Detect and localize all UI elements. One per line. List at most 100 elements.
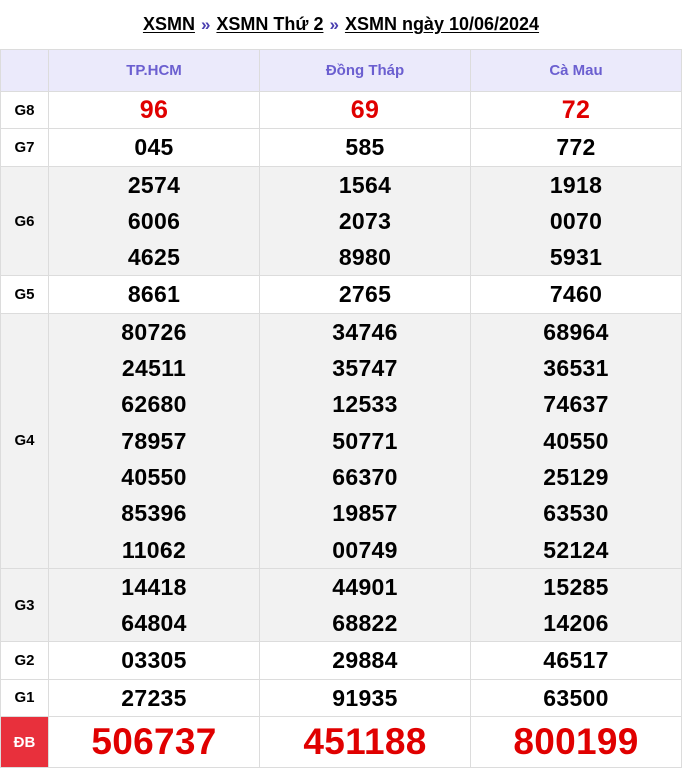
number-list: 14418 64804 xyxy=(49,569,259,642)
lottery-number: 00749 xyxy=(332,536,398,563)
breadcrumb-separator: » xyxy=(200,14,211,34)
result-cell-tphcm: 2574 6006 4625 xyxy=(48,165,260,277)
lottery-number: 68822 xyxy=(332,610,398,637)
result-cell-dong-thap: 2765 xyxy=(259,275,471,314)
number-list: 96 xyxy=(49,92,259,128)
lottery-number: 46517 xyxy=(543,647,609,674)
lottery-number: 8980 xyxy=(338,244,392,271)
lottery-number: 25129 xyxy=(543,463,609,490)
lottery-number: 800199 xyxy=(513,721,639,763)
province-header-tphcm[interactable]: TP.HCM xyxy=(48,49,260,92)
prize-row-g5: G5 8661 2765 7460 xyxy=(0,275,682,314)
result-cell-tphcm: 506737 xyxy=(48,716,260,769)
number-list: 03305 xyxy=(49,642,259,678)
lottery-number: 40550 xyxy=(543,427,609,454)
lottery-number: 1918 xyxy=(549,171,603,198)
result-cell-dong-thap: 29884 xyxy=(259,641,471,680)
result-cell-dong-thap: 34746 35747 12533 50771 66370 19857 00749 xyxy=(259,312,471,569)
lottery-number: 1564 xyxy=(338,171,392,198)
lottery-number: 72 xyxy=(561,96,591,124)
lottery-number: 0070 xyxy=(549,207,603,234)
result-cell-ca-mau: 46517 xyxy=(470,641,682,680)
result-cell-ca-mau: 7460 xyxy=(470,275,682,314)
lottery-number: 2574 xyxy=(127,171,181,198)
prize-row-g4: G4 80726 24511 62680 78957 40550 85396 11062 347… xyxy=(0,312,682,569)
number-list: 772 xyxy=(471,129,681,165)
result-cell-ca-mau: 63500 xyxy=(470,678,682,718)
result-cell-tphcm: 80726 24511 62680 78957 40550 85396 11062 xyxy=(48,312,260,569)
breadcrumb-link-xsmn[interactable]: XSMN xyxy=(143,14,195,35)
lottery-number: 19857 xyxy=(332,500,398,527)
lottery-results-table: TP.HCM Đồng Tháp Cà Mau G8 96 69 72 G7 045 585… xyxy=(0,49,682,769)
number-list: 46517 xyxy=(471,642,681,678)
number-list: 91935 xyxy=(260,680,470,716)
number-list: 1564 2073 8980 xyxy=(260,167,470,276)
result-cell-ca-mau: 1918 0070 5931 xyxy=(470,165,682,277)
lottery-number: 6006 xyxy=(127,207,181,234)
lottery-number: 50771 xyxy=(332,427,398,454)
prize-row-g3: G3 14418 64804 44901 68822 15285 14206 xyxy=(0,567,682,643)
lottery-number: 66370 xyxy=(332,463,398,490)
lottery-number: 85396 xyxy=(121,500,187,527)
lottery-number: 772 xyxy=(556,134,596,161)
number-list: 44901 68822 xyxy=(260,569,470,642)
province-header-dong-thap[interactable]: Đồng Tháp xyxy=(259,49,471,92)
result-cell-tphcm: 27235 xyxy=(48,678,260,718)
lottery-number: 14418 xyxy=(121,573,187,600)
result-cell-dong-thap: 44901 68822 xyxy=(259,567,471,643)
result-cell-tphcm: 045 xyxy=(48,128,260,167)
result-cell-dong-thap: 451188 xyxy=(259,716,471,769)
lottery-number: 29884 xyxy=(332,647,398,674)
province-header-ca-mau[interactable]: Cà Mau xyxy=(470,49,682,92)
number-list: 506737 xyxy=(49,717,259,767)
number-list: 63500 xyxy=(471,680,681,716)
lottery-number: 35747 xyxy=(332,355,398,382)
lottery-number: 8661 xyxy=(127,281,181,308)
lottery-number: 14206 xyxy=(543,610,609,637)
prize-row-g6: G6 2574 6006 4625 1564 2073 8980 1918 0070 5931 xyxy=(0,165,682,277)
number-list: 29884 xyxy=(260,642,470,678)
result-cell-ca-mau: 68964 36531 74637 40550 25129 63530 52124 xyxy=(470,312,682,569)
prize-label: G5 xyxy=(0,275,49,314)
number-list: 045 xyxy=(49,129,259,165)
prize-label: G4 xyxy=(0,312,49,569)
number-list: 2574 6006 4625 xyxy=(49,167,259,276)
lottery-number: 2765 xyxy=(338,281,392,308)
lottery-number: 52124 xyxy=(543,536,609,563)
lottery-number: 80726 xyxy=(121,318,187,345)
result-cell-dong-thap: 585 xyxy=(259,128,471,167)
number-list: 7460 xyxy=(471,276,681,312)
prize-label: G7 xyxy=(0,128,49,167)
lottery-number: 24511 xyxy=(121,355,187,382)
result-cell-tphcm: 03305 xyxy=(48,641,260,680)
lottery-number: 451188 xyxy=(303,721,427,763)
lottery-number: 44901 xyxy=(332,573,398,600)
result-cell-tphcm: 8661 xyxy=(48,275,260,314)
prize-row-g7: G7 045 585 772 xyxy=(0,128,682,167)
lottery-number: 5931 xyxy=(549,244,603,271)
number-list: 27235 xyxy=(49,680,259,716)
lottery-number: 64804 xyxy=(121,610,187,637)
prize-row-db: ĐB 506737 451188 800199 xyxy=(0,716,682,769)
number-list: 2765 xyxy=(260,276,470,312)
lottery-number: 68964 xyxy=(543,318,609,345)
number-list: 451188 xyxy=(260,717,470,767)
result-cell-dong-thap: 91935 xyxy=(259,678,471,718)
prize-row-g2: G2 03305 29884 46517 xyxy=(0,641,682,680)
lottery-number: 96 xyxy=(139,96,169,124)
header-corner xyxy=(0,49,49,92)
breadcrumb-link-xsmn-date[interactable]: XSMN ngày 10/06/2024 xyxy=(345,14,539,35)
prize-label: G3 xyxy=(0,567,49,643)
result-cell-ca-mau: 800199 xyxy=(470,716,682,769)
lottery-number: 40550 xyxy=(121,463,187,490)
number-list: 72 xyxy=(471,92,681,128)
lottery-number: 74637 xyxy=(543,391,609,418)
breadcrumb-link-xsmn-thu-2[interactable]: XSMN Thứ 2 xyxy=(216,14,323,35)
lottery-number: 63530 xyxy=(543,500,609,527)
result-cell-dong-thap: 69 xyxy=(259,90,471,130)
lottery-number: 15285 xyxy=(543,573,609,600)
lottery-number: 506737 xyxy=(91,721,217,763)
lottery-number: 12533 xyxy=(332,391,398,418)
result-cell-tphcm: 96 xyxy=(48,90,260,130)
breadcrumb-separator: » xyxy=(329,14,339,34)
